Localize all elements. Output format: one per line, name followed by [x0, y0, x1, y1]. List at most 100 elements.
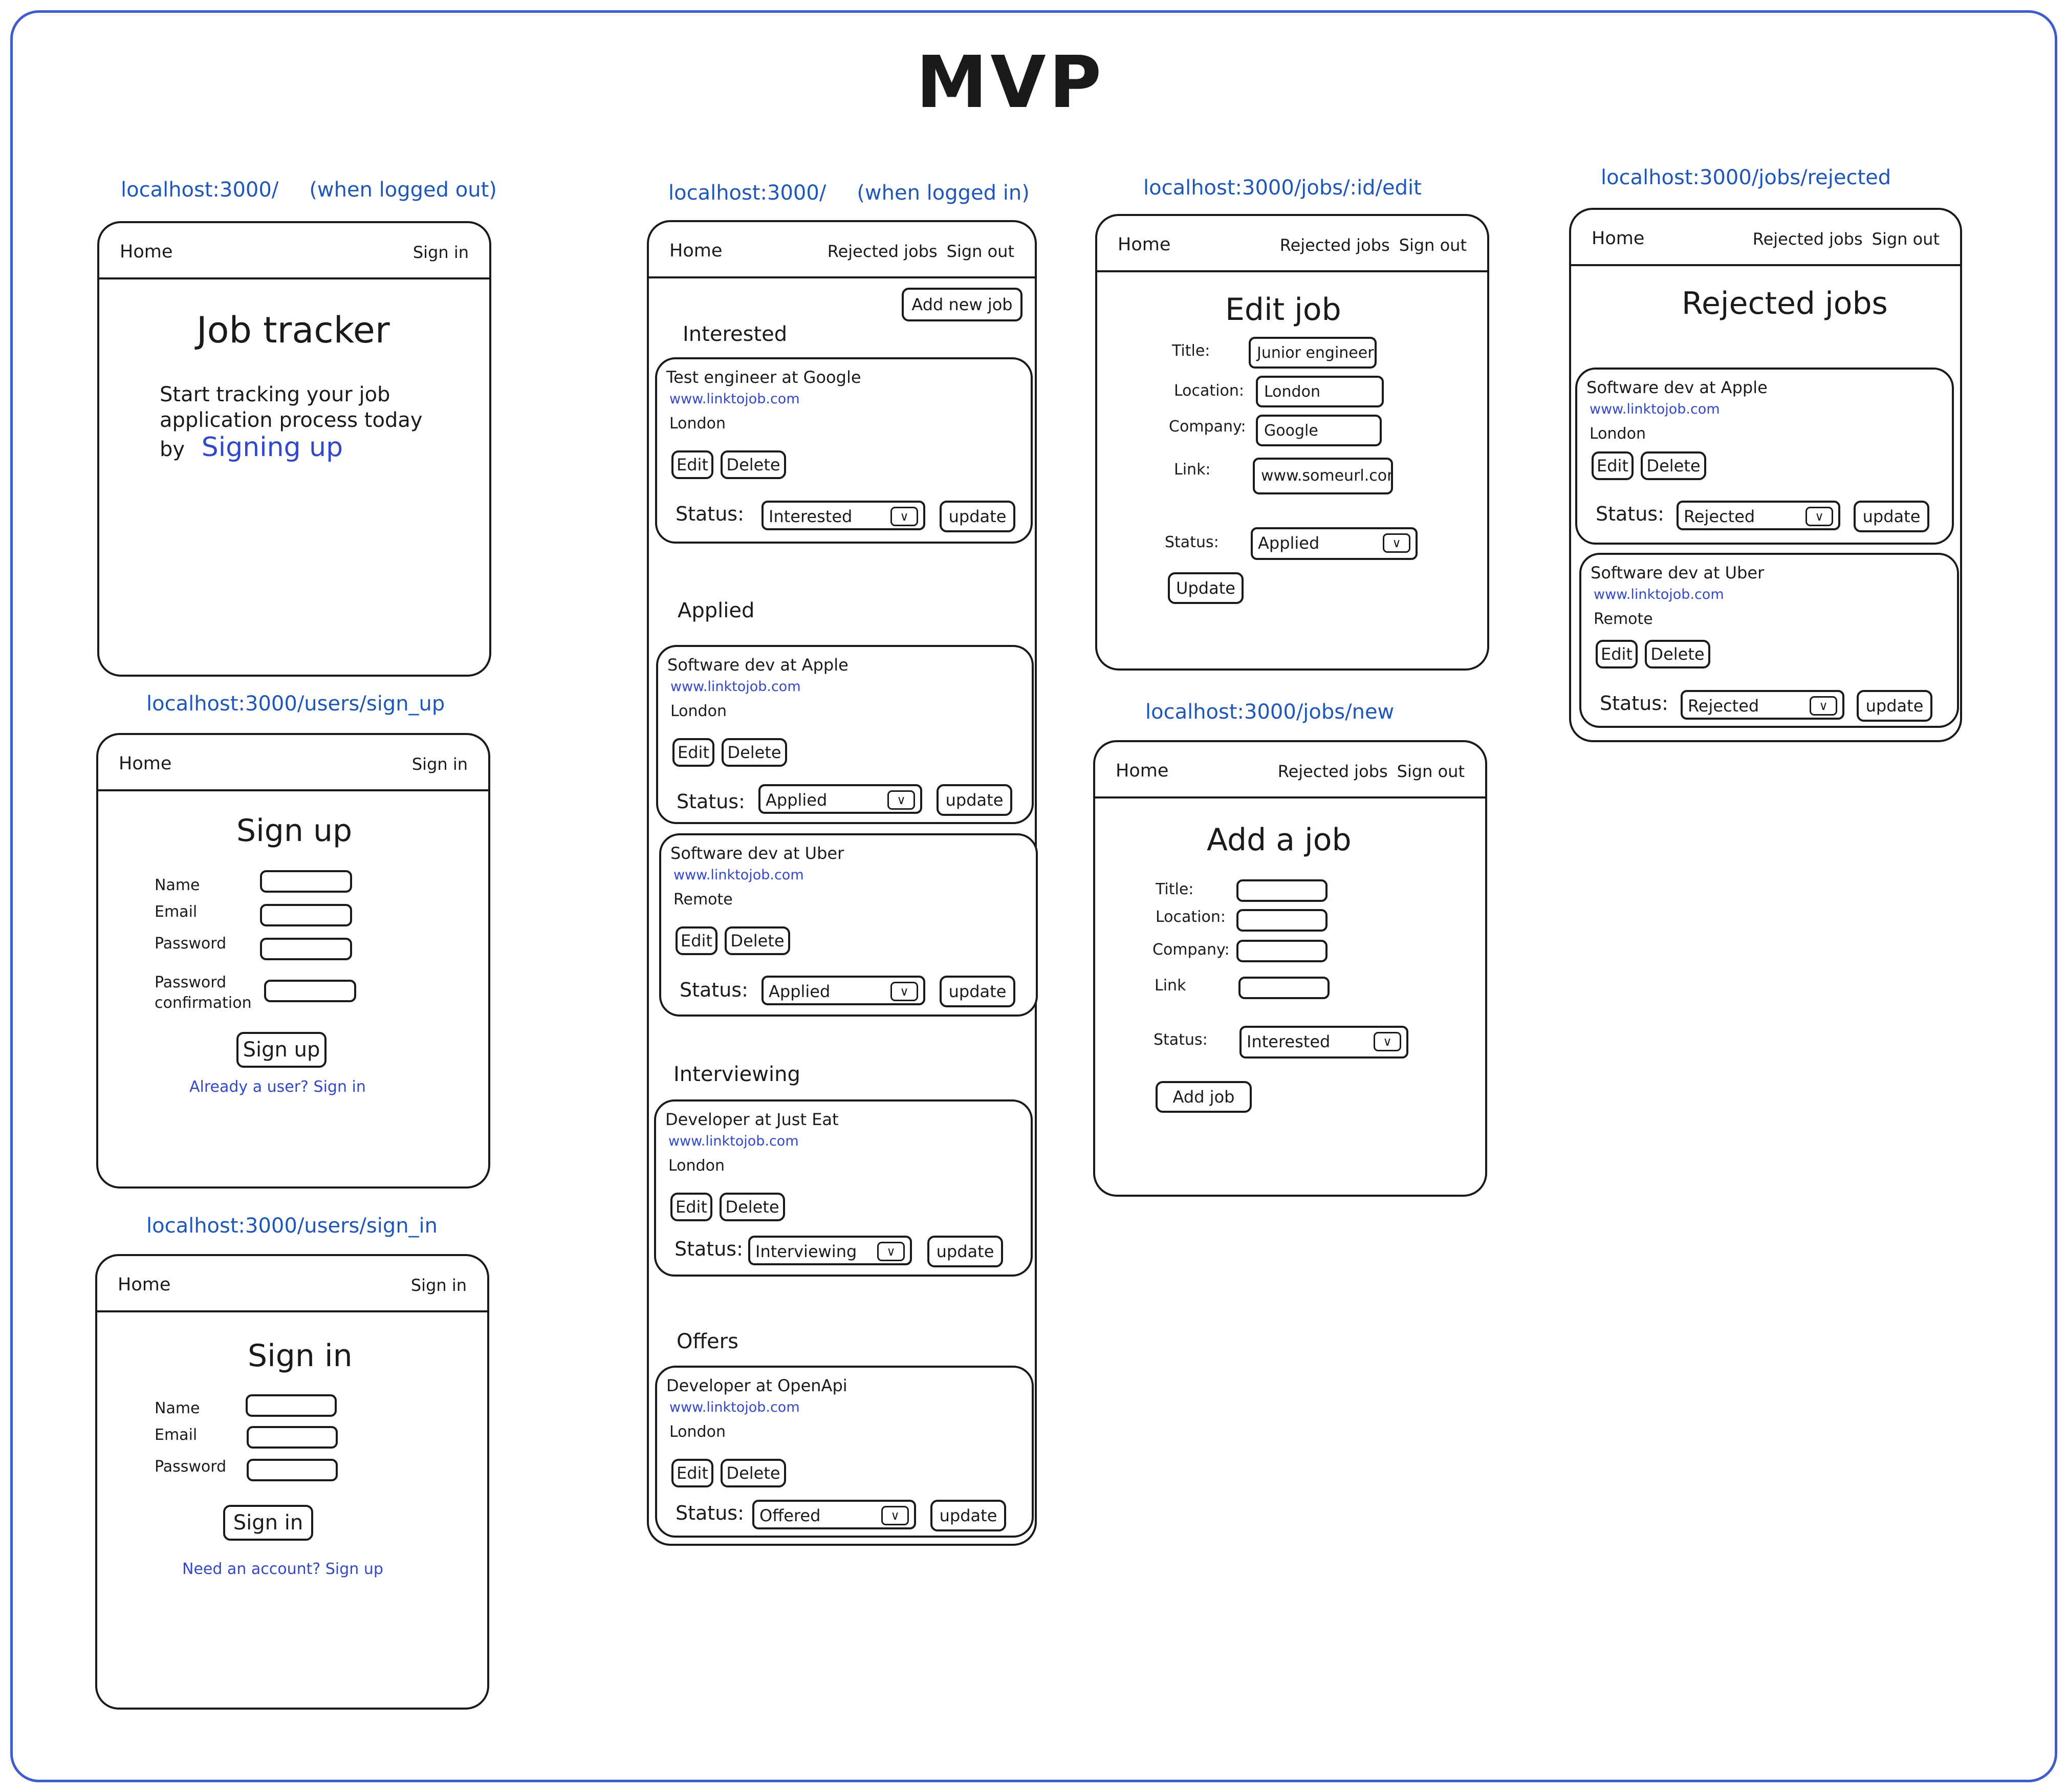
delete-button[interactable]: Delete	[721, 1459, 786, 1487]
sign-up-link[interactable]: Need an account? Sign up	[182, 1560, 383, 1578]
job-card: Developer at OpenApi www.linktojob.com L…	[655, 1366, 1034, 1538]
link-field[interactable]: www.someurl.com	[1253, 458, 1393, 494]
location-label: Location:	[1156, 908, 1226, 926]
job-title: Developer at Just Eat	[665, 1110, 839, 1129]
status-select[interactable]: Applied ∨	[761, 976, 925, 1005]
job-location: London	[668, 1157, 725, 1175]
job-link[interactable]: www.linktojob.com	[668, 1133, 799, 1149]
nav-rejected-jobs-link[interactable]: Rejected jobs	[1753, 229, 1863, 249]
company-field[interactable]: Google	[1256, 415, 1382, 446]
edit-button[interactable]: Edit	[1596, 640, 1638, 668]
job-link[interactable]: www.linktojob.com	[1594, 587, 1724, 602]
nav-rejected-jobs-link[interactable]: Rejected jobs	[1278, 762, 1388, 781]
job-link[interactable]: www.linktojob.com	[1590, 401, 1720, 417]
job-link[interactable]: www.linktojob.com	[669, 1399, 800, 1415]
job-title: Software dev at Apple	[1586, 378, 1768, 397]
status-value: Offered	[759, 1506, 821, 1525]
nav-sign-in-link[interactable]: Sign in	[412, 754, 468, 774]
navbar: Home Sign in	[98, 735, 488, 791]
job-link[interactable]: www.linktojob.com	[673, 867, 804, 883]
nav-home-link[interactable]: Home	[118, 1275, 170, 1295]
update-button[interactable]: update	[937, 784, 1012, 816]
password-confirmation-label-2: confirmation	[155, 994, 252, 1012]
sign-up-button[interactable]: Sign up	[236, 1032, 327, 1068]
status-select[interactable]: Rejected ∨	[1681, 690, 1844, 720]
section-interviewing: Interviewing	[673, 1063, 800, 1086]
update-button[interactable]: update	[940, 501, 1015, 532]
chevron-down-icon: ∨	[890, 982, 918, 1001]
edit-button[interactable]: Edit	[670, 1193, 712, 1221]
edit-job-page-mockup: Home Rejected jobs Sign out Edit job Titl…	[1095, 214, 1489, 671]
update-button[interactable]: update	[1857, 690, 1932, 722]
landing-page-mockup: Home Sign in Job tracker Start tracking …	[97, 221, 491, 677]
job-link[interactable]: www.linktojob.com	[669, 391, 800, 407]
nav-home-link[interactable]: Home	[1116, 761, 1168, 781]
edit-button[interactable]: Edit	[671, 1459, 713, 1487]
add-job-button[interactable]: Add job	[1156, 1081, 1252, 1113]
edit-button[interactable]: Edit	[672, 738, 714, 767]
nav-sign-out-link[interactable]: Sign out	[947, 242, 1014, 261]
nav-home-link[interactable]: Home	[1118, 234, 1170, 255]
title-field[interactable]: Junior engineer	[1249, 337, 1377, 369]
status-select[interactable]: Offered ∨	[752, 1500, 916, 1529]
add-new-job-button[interactable]: Add new job	[902, 288, 1022, 321]
edit-button[interactable]: Edit	[671, 450, 713, 479]
name-field[interactable]	[260, 870, 352, 893]
password-confirmation-label: Password	[155, 974, 227, 991]
delete-button[interactable]: Delete	[721, 450, 786, 479]
location-field[interactable]: London	[1256, 376, 1384, 407]
status-select[interactable]: Applied ∨	[1251, 527, 1418, 560]
nav-sign-in-link[interactable]: Sign in	[411, 1276, 467, 1295]
job-title: Developer at OpenApi	[666, 1376, 847, 1395]
nav-rejected-jobs-link[interactable]: Rejected jobs	[1280, 235, 1390, 255]
delete-button[interactable]: Delete	[1645, 640, 1710, 668]
status-select[interactable]: Applied ∨	[758, 784, 922, 814]
password-field[interactable]	[260, 938, 352, 960]
title-field[interactable]	[1236, 879, 1328, 902]
company-field[interactable]	[1236, 940, 1328, 962]
link-field[interactable]	[1238, 977, 1330, 999]
location-field[interactable]	[1236, 909, 1328, 932]
landing-by-text: by	[160, 438, 185, 461]
sign-in-link[interactable]: Already a user? Sign in	[189, 1078, 366, 1096]
name-field[interactable]	[246, 1394, 337, 1417]
password-label: Password	[155, 1458, 227, 1476]
signing-up-link[interactable]: Signing up	[202, 432, 343, 463]
delete-button[interactable]: Delete	[725, 926, 790, 955]
edit-button[interactable]: Edit	[1592, 451, 1634, 480]
nav-rejected-jobs-link[interactable]: Rejected jobs	[828, 242, 938, 261]
chevron-down-icon: ∨	[1383, 533, 1410, 553]
update-button[interactable]: update	[940, 976, 1015, 1007]
status-select[interactable]: Interested ∨	[1239, 1026, 1408, 1059]
delete-button[interactable]: Delete	[720, 1193, 785, 1221]
update-button[interactable]: Update	[1168, 572, 1244, 604]
nav-sign-out-link[interactable]: Sign out	[1399, 235, 1467, 255]
nav-sign-out-link[interactable]: Sign out	[1397, 762, 1465, 781]
chevron-down-icon: ∨	[1805, 507, 1833, 526]
nav-home-link[interactable]: Home	[669, 241, 722, 261]
email-field[interactable]	[247, 1426, 338, 1449]
email-field[interactable]	[260, 904, 352, 926]
sign-in-button[interactable]: Sign in	[223, 1505, 313, 1541]
password-confirmation-field[interactable]	[264, 980, 356, 1002]
update-button[interactable]: update	[1854, 501, 1929, 532]
password-field[interactable]	[247, 1459, 338, 1481]
nav-home-link[interactable]: Home	[120, 242, 172, 262]
delete-button[interactable]: Delete	[1641, 451, 1706, 480]
delete-button[interactable]: Delete	[722, 738, 787, 767]
nav-sign-in-link[interactable]: Sign in	[413, 243, 469, 262]
nav-sign-out-link[interactable]: Sign out	[1872, 229, 1940, 249]
landing-heading: Job tracker	[197, 309, 390, 351]
update-button[interactable]: update	[927, 1236, 1003, 1267]
status-select[interactable]: Rejected ∨	[1677, 501, 1840, 530]
update-button[interactable]: update	[930, 1500, 1006, 1531]
edit-button[interactable]: Edit	[676, 926, 717, 955]
status-value: Applied	[769, 982, 831, 1001]
nav-home-link[interactable]: Home	[1592, 228, 1644, 249]
title-label: Title:	[1172, 342, 1210, 360]
job-link[interactable]: www.linktojob.com	[670, 679, 801, 695]
navbar: Home Sign in	[97, 1256, 487, 1312]
status-select[interactable]: Interested ∨	[761, 501, 925, 530]
nav-home-link[interactable]: Home	[119, 753, 171, 774]
status-select[interactable]: Interviewing ∨	[748, 1236, 912, 1265]
